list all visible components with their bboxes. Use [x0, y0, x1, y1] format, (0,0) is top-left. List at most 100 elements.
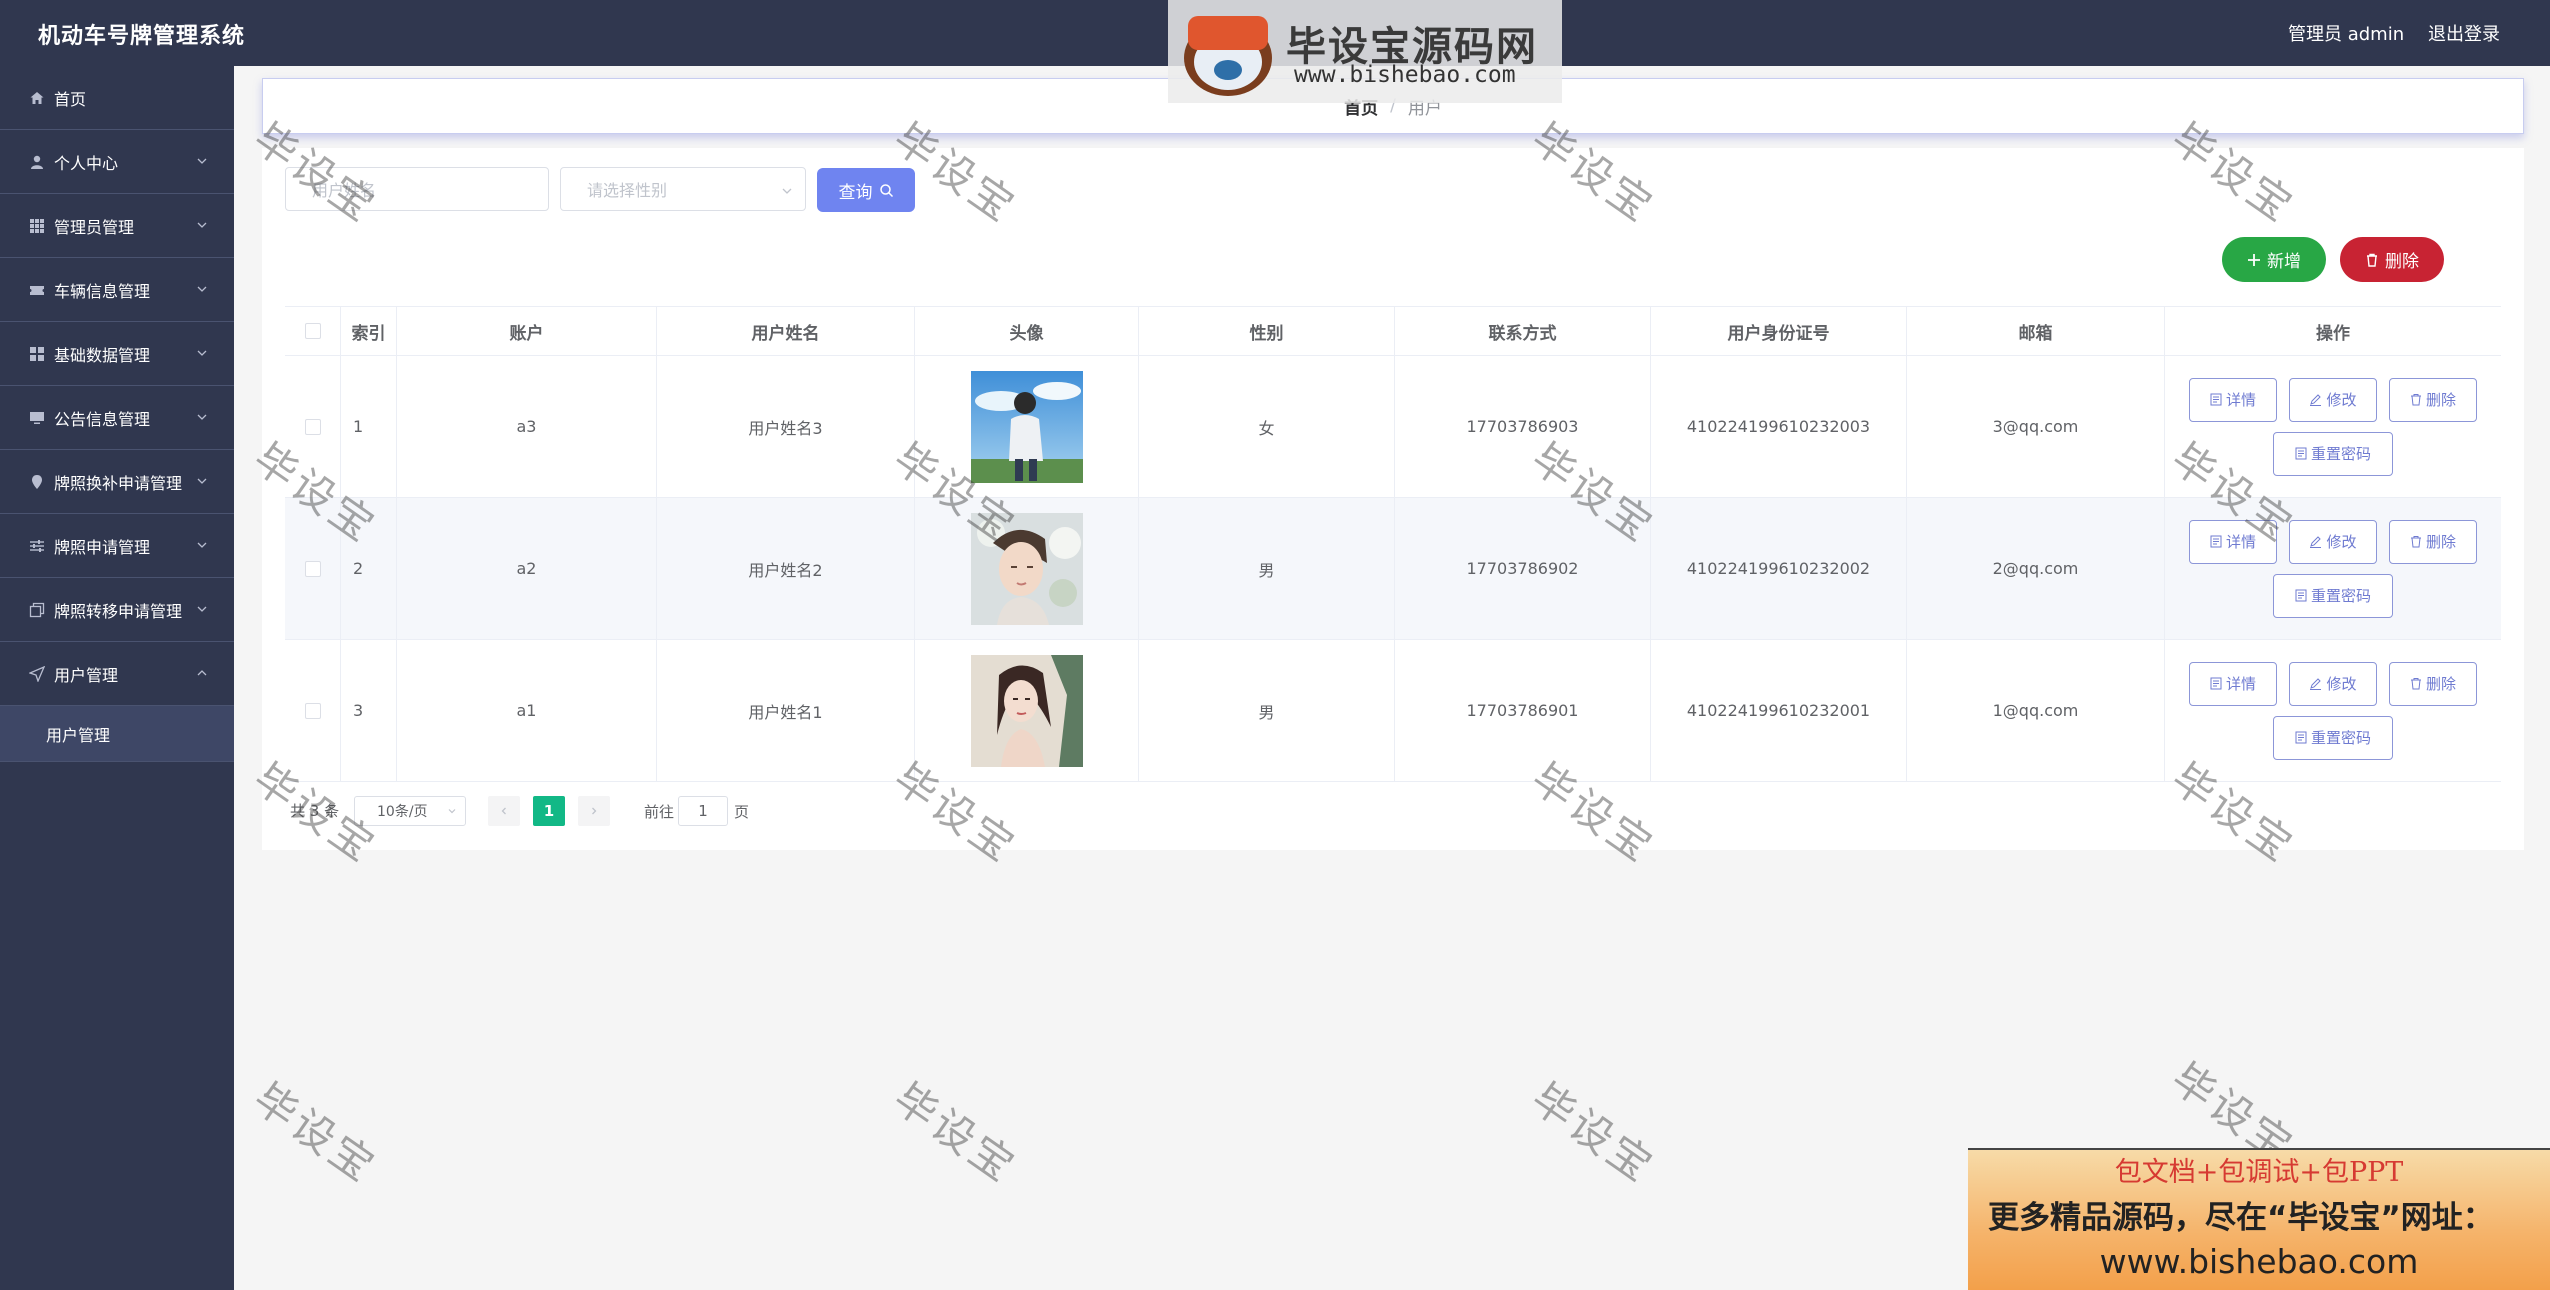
page-unit-label: 页 — [734, 803, 750, 821]
row-checkbox[interactable] — [304, 418, 321, 435]
cell-index: 1 — [341, 356, 397, 497]
chevron-down-icon — [196, 408, 208, 427]
edit-button[interactable]: 修改 — [2289, 377, 2377, 422]
page-size-label: 10条/页 — [377, 804, 428, 820]
sidebar-item-home[interactable]: 首页 — [0, 66, 234, 130]
sidebar-item-label: 牌照换补申请管理 — [54, 473, 183, 493]
sidebar-item-plate-apply[interactable]: 牌照申请管理 — [0, 514, 234, 578]
cell-name: 用户姓名1 — [657, 640, 915, 781]
user-table: 索引 账户 用户姓名 头像 性别 联系方式 用户身份证号 邮箱 操作 1 a3 … — [285, 306, 2501, 782]
avatar — [970, 370, 1083, 483]
trash-icon — [2410, 393, 2426, 406]
add-button-label: 新增 — [2267, 252, 2301, 272]
edit-button[interactable]: 修改 — [2289, 661, 2377, 706]
reset-password-button[interactable]: 重置密码 — [2273, 431, 2393, 476]
gender-select[interactable]: 请选择性别 — [560, 167, 806, 211]
header-account: 账户 — [397, 307, 657, 355]
sidebar-item-label: 首页 — [54, 89, 87, 109]
header-index: 索引 — [341, 307, 397, 355]
delete-button[interactable]: 删除 — [2389, 519, 2477, 564]
detail-button[interactable]: 详情 — [2189, 377, 2277, 422]
chevron-down-icon — [781, 182, 793, 201]
chevron-down-icon — [196, 472, 208, 491]
reset-password-label: 重置密码 — [2310, 729, 2371, 747]
avatar — [970, 512, 1083, 625]
sidebar-item-label: 公告信息管理 — [54, 409, 151, 429]
document-icon — [2210, 677, 2226, 690]
watermark-text: 毕设宝 — [884, 1073, 1026, 1193]
page-number-button[interactable]: 1 — [533, 796, 565, 826]
add-button[interactable]: 新增 — [2222, 237, 2326, 282]
sidebar-item-user-management[interactable]: 用户管理 — [0, 642, 234, 706]
document-icon — [2295, 589, 2311, 602]
plus-icon — [2247, 253, 2261, 267]
page-size-select[interactable]: 10条/页 — [354, 796, 466, 826]
sidebar-item-label: 用户管理 — [54, 665, 119, 685]
row-checkbox[interactable] — [304, 560, 321, 577]
goto-label: 前往 — [644, 803, 675, 821]
prev-page-button[interactable] — [488, 796, 520, 826]
cell-id-number: 410224199610232003 — [1651, 356, 1907, 497]
cell-actions: 详情 修改 删除 重置密码 — [2165, 640, 2501, 781]
sidebar-item-announcement[interactable]: 公告信息管理 — [0, 386, 234, 450]
header-name: 用户姓名 — [657, 307, 915, 355]
trash-icon — [2365, 253, 2379, 267]
goto-page-input[interactable]: 1 — [678, 796, 728, 826]
sidebar-item-label: 基础数据管理 — [54, 345, 151, 365]
cell-gender: 男 — [1139, 640, 1395, 781]
watermark-text: 毕设宝 — [1522, 1073, 1664, 1193]
reset-password-label: 重置密码 — [2310, 445, 2371, 463]
row-select-cell — [285, 640, 341, 781]
detail-label: 详情 — [2225, 533, 2256, 551]
mascot-logo-icon — [1184, 16, 1272, 96]
query-button[interactable]: 查询 — [817, 168, 915, 212]
chevron-down-icon — [447, 806, 457, 816]
sidebar-item-label: 牌照转移申请管理 — [54, 601, 183, 621]
select-all-cell — [285, 307, 341, 355]
trash-icon — [2410, 677, 2426, 690]
delete-label: 删除 — [2425, 675, 2456, 693]
document-icon — [2295, 447, 2311, 460]
table-header: 索引 账户 用户姓名 头像 性别 联系方式 用户身份证号 邮箱 操作 — [285, 306, 2501, 356]
cell-phone: 17703786901 — [1395, 640, 1651, 781]
detail-label: 详情 — [2225, 391, 2256, 409]
header-gender: 性别 — [1139, 307, 1395, 355]
chevron-down-icon — [196, 344, 208, 363]
cell-name: 用户姓名3 — [657, 356, 915, 497]
edit-button[interactable]: 修改 — [2289, 519, 2377, 564]
detail-button[interactable]: 详情 — [2189, 661, 2277, 706]
row-select-cell — [285, 498, 341, 639]
delete-button[interactable]: 删除 — [2389, 661, 2477, 706]
edit-icon — [2309, 393, 2326, 406]
delete-label: 删除 — [2425, 391, 2456, 409]
sidebar-item-admin-management[interactable]: 管理员管理 — [0, 194, 234, 258]
pagination-total: 共 3 条 — [290, 802, 340, 820]
name-search-input[interactable]: 用户姓名 — [285, 167, 549, 211]
cell-account: a3 — [397, 356, 657, 497]
sidebar-item-base-data[interactable]: 基础数据管理 — [0, 322, 234, 386]
delete-button[interactable]: 删除 — [2389, 377, 2477, 422]
cell-account: a1 — [397, 640, 657, 781]
batch-delete-button[interactable]: 删除 — [2340, 237, 2444, 282]
menu-icon — [28, 345, 46, 363]
header-email: 邮箱 — [1907, 307, 2165, 355]
row-checkbox[interactable] — [304, 702, 321, 719]
detail-button[interactable]: 详情 — [2189, 519, 2277, 564]
next-page-button[interactable] — [578, 796, 610, 826]
query-button-label: 查询 — [838, 182, 873, 203]
sidebar-item-plate-replace[interactable]: 牌照换补申请管理 — [0, 450, 234, 514]
reset-password-button[interactable]: 重置密码 — [2273, 715, 2393, 760]
edit-icon — [2309, 677, 2326, 690]
sidebar-subitem-user-management[interactable]: 用户管理 — [0, 706, 234, 762]
sidebar-item-vehicle-info[interactable]: 车辆信息管理 — [0, 258, 234, 322]
chevron-down-icon — [196, 536, 208, 555]
cell-phone: 17703786903 — [1395, 356, 1651, 497]
sidebar-item-plate-transfer[interactable]: 牌照转移申请管理 — [0, 578, 234, 642]
logout-link[interactable]: 退出登录 — [2428, 20, 2500, 46]
reset-password-button[interactable]: 重置密码 — [2273, 573, 2393, 618]
select-all-checkbox[interactable] — [304, 323, 321, 339]
user-icon — [28, 153, 46, 171]
table-row: 2 a2 用户姓名2 男 17703786902 410224199610232… — [285, 498, 2501, 640]
sidebar-item-personal-center[interactable]: 个人中心 — [0, 130, 234, 194]
edit-label: 修改 — [2326, 675, 2357, 693]
